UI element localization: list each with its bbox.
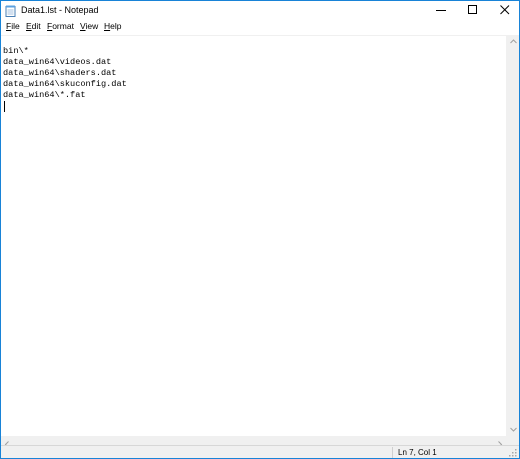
menu-help-label: elp — [110, 21, 122, 31]
cursor-position: Ln 7, Col 1 — [398, 448, 437, 457]
menu-bar: File Edit Format View Help — [1, 19, 519, 34]
text-caret — [4, 101, 5, 112]
scroll-up-button[interactable] — [507, 35, 519, 48]
title-bar[interactable]: Data1.lst - Notepad — [1, 1, 519, 19]
close-icon — [500, 5, 510, 15]
editor-line: data_win64\videos.dat — [3, 57, 112, 67]
resize-grip-icon[interactable] — [509, 449, 517, 457]
menu-edit[interactable]: Edit — [26, 21, 41, 32]
notepad-icon[interactable] — [5, 4, 16, 17]
menu-edit-label: dit — [31, 21, 41, 31]
editor-line: bin\* — [3, 46, 29, 56]
close-button[interactable] — [489, 1, 519, 19]
minimize-icon — [436, 10, 446, 11]
editor-line: data_win64\skuconfig.dat — [3, 79, 127, 89]
scrollbar-corner — [506, 436, 519, 445]
text-editor[interactable]: bin\* data_win64\videos.dat data_win64\s… — [1, 35, 506, 437]
scroll-right-button[interactable] — [494, 436, 506, 448]
status-divider — [392, 447, 393, 458]
status-bar: Ln 7, Col 1 — [1, 445, 519, 458]
minimize-button[interactable] — [425, 1, 457, 19]
scroll-left-button[interactable] — [1, 436, 13, 448]
maximize-button[interactable] — [457, 1, 489, 19]
menu-help[interactable]: Help — [104, 21, 121, 32]
horizontal-scrollbar[interactable] — [1, 436, 506, 448]
editor-line: data_win64\shaders.dat — [3, 68, 117, 78]
vertical-scrollbar[interactable] — [506, 35, 519, 436]
maximize-icon — [468, 5, 477, 14]
chevron-down-icon — [510, 427, 517, 432]
notepad-window: Data1.lst - Notepad File Edit Format Vie… — [0, 0, 520, 459]
chevron-up-icon — [510, 39, 517, 44]
menu-view-label: iew — [85, 21, 99, 31]
menu-format[interactable]: Format — [47, 21, 74, 32]
menu-view[interactable]: View — [80, 21, 98, 32]
menu-format-label: ormat — [52, 21, 74, 31]
window-title: Data1.lst - Notepad — [21, 5, 99, 15]
scroll-down-button[interactable] — [507, 423, 519, 436]
menu-file[interactable]: File — [6, 21, 20, 32]
editor-line: data_win64\*.fat — [3, 90, 86, 100]
menu-file-label: ile — [11, 21, 20, 31]
